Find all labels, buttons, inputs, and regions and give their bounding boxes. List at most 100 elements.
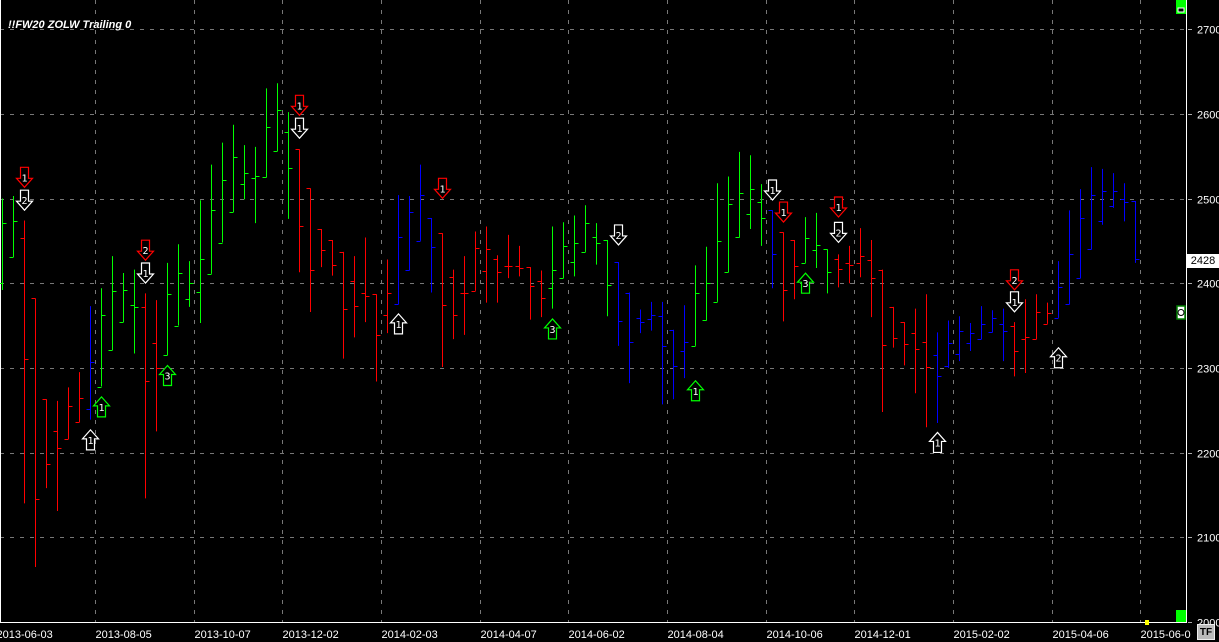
ohlc-bar [526,267,535,320]
ohlc-bar [482,226,491,303]
signal-arrow-down-icon: 2 [136,239,155,262]
signal-label: 2 [21,196,27,207]
ohlc-bar [636,309,645,334]
ohlc-bar [405,195,414,271]
marker-circle [1177,309,1185,316]
ohlc-bar [449,269,458,340]
signal-label: 3 [549,325,555,336]
ohlc-bar [801,217,810,264]
x-tick-label: 2013-06-03 [0,629,53,641]
ohlc-bar [955,316,964,362]
signal-arrow-down-icon: 2 [829,221,848,244]
ohlc-bar [944,320,953,368]
ohlc-bar [86,306,95,420]
signal-label: 1 [780,208,786,219]
signal-arrow-down-icon: 1 [15,166,34,189]
ohlc-bar [812,212,821,268]
ohlc-bar [1109,173,1118,208]
signal-label: 1 [692,387,698,398]
x-tick-label: 2014-02-03 [382,629,438,641]
ohlc-bar [42,399,51,489]
ohlc-bar [163,262,172,356]
ohlc-bar [713,183,722,303]
ohlc-bar [933,332,942,423]
ohlc-bar [647,301,656,331]
ohlc-bar [97,288,106,388]
signal-label: 1 [296,101,302,112]
signal-label: 3 [164,372,170,383]
ohlc-bar [196,200,205,324]
signal-arrow-down-icon: 2 [15,189,34,212]
y-tick-label: 2200 [1197,449,1219,461]
ohlc-bar [1120,183,1129,222]
ohlc-bar [383,259,392,334]
ohlc-bar [724,176,733,273]
ohlc-bar [845,245,854,284]
x-tick-label: 2014-12-01 [855,629,911,641]
ohlc-bar [757,184,766,246]
signal-label: 1 [142,269,148,280]
signal-arrow-up-icon: 1 [686,379,705,402]
ohlc-bar [999,308,1008,362]
signal-arrow-up-icon: 3 [543,318,562,340]
signal-label: 2 [615,231,621,242]
ohlc-bar [251,146,260,224]
signal-arrow-up-icon: 1 [81,428,100,451]
x-tick-label: 2015-06-0 [1141,629,1191,641]
ohlc-bar [1021,299,1030,373]
x-tick-label: 2014-06-02 [569,629,625,641]
signal-arrow-down-icon: 2 [1005,269,1024,291]
ohlc-bar [889,306,898,348]
ohlc-bar [141,293,150,499]
ohlc-bar [218,142,227,244]
ohlc-bar [669,329,678,400]
ohlc-bar [75,372,84,423]
ohlc-bar [504,234,513,279]
ohlc-bar [614,262,623,346]
ohlc-bar [130,269,139,354]
ohlc-bar [900,322,909,366]
ohlc-bar [427,217,436,293]
ohlc-bar [9,195,18,258]
ohlc-bar [1087,167,1096,250]
ohlc-bar [361,237,370,323]
x-tick-label: 2015-04-06 [1053,629,1109,641]
x-tick-label: 2014-04-07 [481,629,537,641]
signal-label: 1 [87,436,93,447]
signal-label: 1 [835,203,841,214]
signal-label: 1 [934,438,940,449]
ohlc-bar [977,306,986,340]
ohlc-bar [570,215,579,277]
chart-title: !!FW20 ZOLW Trailing 0 [8,19,132,31]
x-tick-label: 2014-10-06 [767,629,823,641]
ohlc-bar [1076,189,1085,279]
current-bar-marker [1145,620,1149,625]
ohlc-bar [416,164,425,242]
y-tick-label: 2600 [1197,110,1219,122]
ohlc-bar [207,164,216,275]
ohlc-bar [262,88,271,178]
ohlc-bar [691,265,700,347]
ohlc-bar [746,155,755,229]
ohlc-bar [625,292,634,384]
ohlc-bar [922,294,931,428]
y-tick-label: 2400 [1197,279,1219,291]
ohlc-bar [1065,210,1074,305]
ohlc-bar [152,300,161,432]
signal-label: 1 [439,184,445,195]
x-tick-label: 2013-10-07 [195,629,251,641]
ohlc-bar [240,145,249,200]
ohlc-bar [174,244,183,327]
ohlc-bar [537,270,546,318]
timeframe-button[interactable]: TF [1197,624,1215,640]
y-tick-label: 2500 [1197,195,1219,207]
signal-arrow-up-icon: 1 [928,431,947,454]
price-chart[interactable]: 200021002200230024002500260027002013-06-… [0,0,1219,642]
ohlc-bar [394,195,403,305]
ohlc-bar [680,305,689,379]
ohlc-bar [1043,302,1052,325]
ohlc-bar [790,240,799,300]
signal-arrow-down-icon: 1 [1005,291,1024,313]
x-tick-label: 2013-08-05 [96,629,152,641]
x-tick-label: 2013-12-02 [283,629,339,641]
